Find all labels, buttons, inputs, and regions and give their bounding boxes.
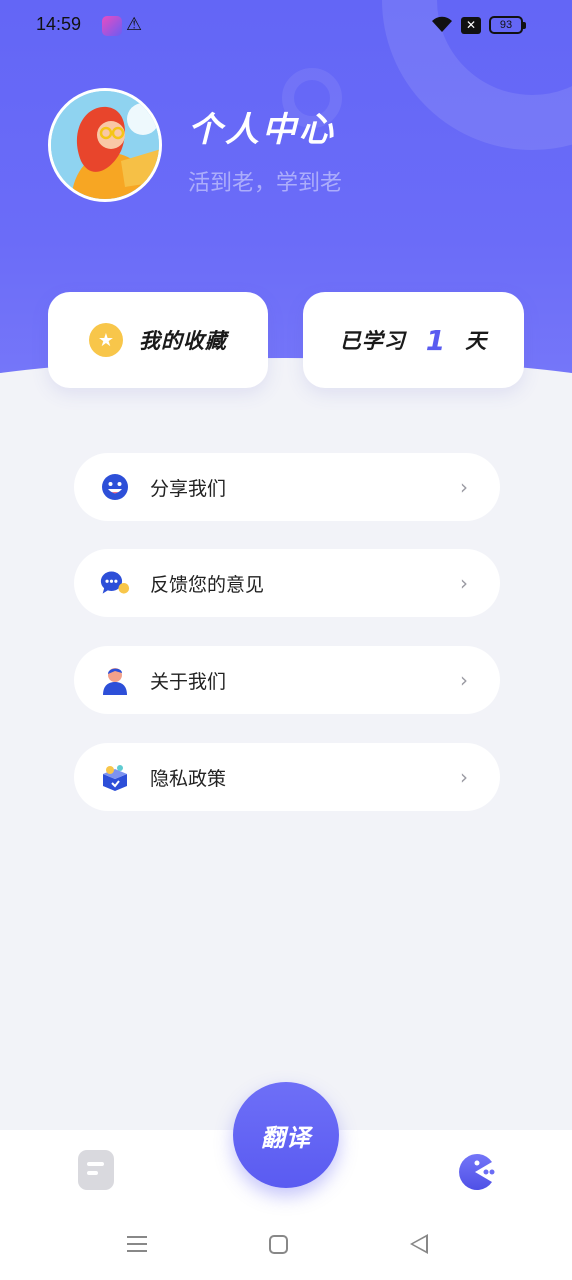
- battery-icon: 93: [489, 16, 526, 34]
- menu-item-label: 隐私政策: [150, 767, 227, 790]
- menu-item-share[interactable]: 分享我们 ›: [74, 453, 500, 521]
- menu-item-about[interactable]: 关于我们 ›: [74, 646, 500, 714]
- chevron-right-icon: ›: [460, 475, 468, 499]
- favorites-label: 我的收藏: [139, 329, 227, 353]
- menu-item-label: 分享我们: [150, 477, 227, 500]
- privacy-box-icon: [100, 762, 130, 792]
- study-suffix: 天: [465, 329, 488, 353]
- chat-bubble-icon: [100, 568, 130, 598]
- chevron-right-icon: ›: [460, 765, 468, 789]
- menu-item-privacy[interactable]: 隐私政策 ›: [74, 743, 500, 811]
- menu-item-label: 反馈您的意见: [150, 573, 265, 596]
- profile-pacman-icon[interactable]: [455, 1152, 495, 1192]
- avatar[interactable]: [48, 88, 162, 202]
- chevron-right-icon: ›: [460, 571, 468, 595]
- study-days-card: 已学习 1 天: [303, 292, 524, 388]
- status-bar: 14:59 ⚠ ✕ 93: [0, 0, 572, 52]
- app-notification-icon: [102, 16, 122, 36]
- back-icon[interactable]: [410, 1234, 428, 1254]
- person-icon: [100, 665, 130, 695]
- menu-item-feedback[interactable]: 反馈您的意见 ›: [74, 549, 500, 617]
- star-icon: ★: [89, 323, 123, 357]
- study-days-count: 1: [425, 323, 446, 357]
- favorites-card[interactable]: ★ 我的收藏: [48, 292, 268, 388]
- page-title: 个人中心: [188, 110, 336, 150]
- profile-subtitle: 活到老，学到老: [188, 171, 343, 196]
- sim-off-icon: ✕: [461, 17, 481, 34]
- home-icon[interactable]: [269, 1235, 288, 1254]
- document-icon[interactable]: [78, 1150, 114, 1190]
- recent-apps-icon[interactable]: [127, 1236, 147, 1252]
- chevron-right-icon: ›: [460, 668, 468, 692]
- menu-item-label: 关于我们: [150, 670, 227, 693]
- status-time: 14:59: [36, 14, 82, 34]
- study-prefix: 已学习: [339, 329, 406, 353]
- wifi-icon: [430, 14, 454, 38]
- translate-button[interactable]: 翻译: [233, 1082, 339, 1188]
- translate-label: 翻译: [261, 1123, 311, 1152]
- warning-icon: ⚠: [126, 14, 143, 35]
- smile-icon: [100, 472, 130, 502]
